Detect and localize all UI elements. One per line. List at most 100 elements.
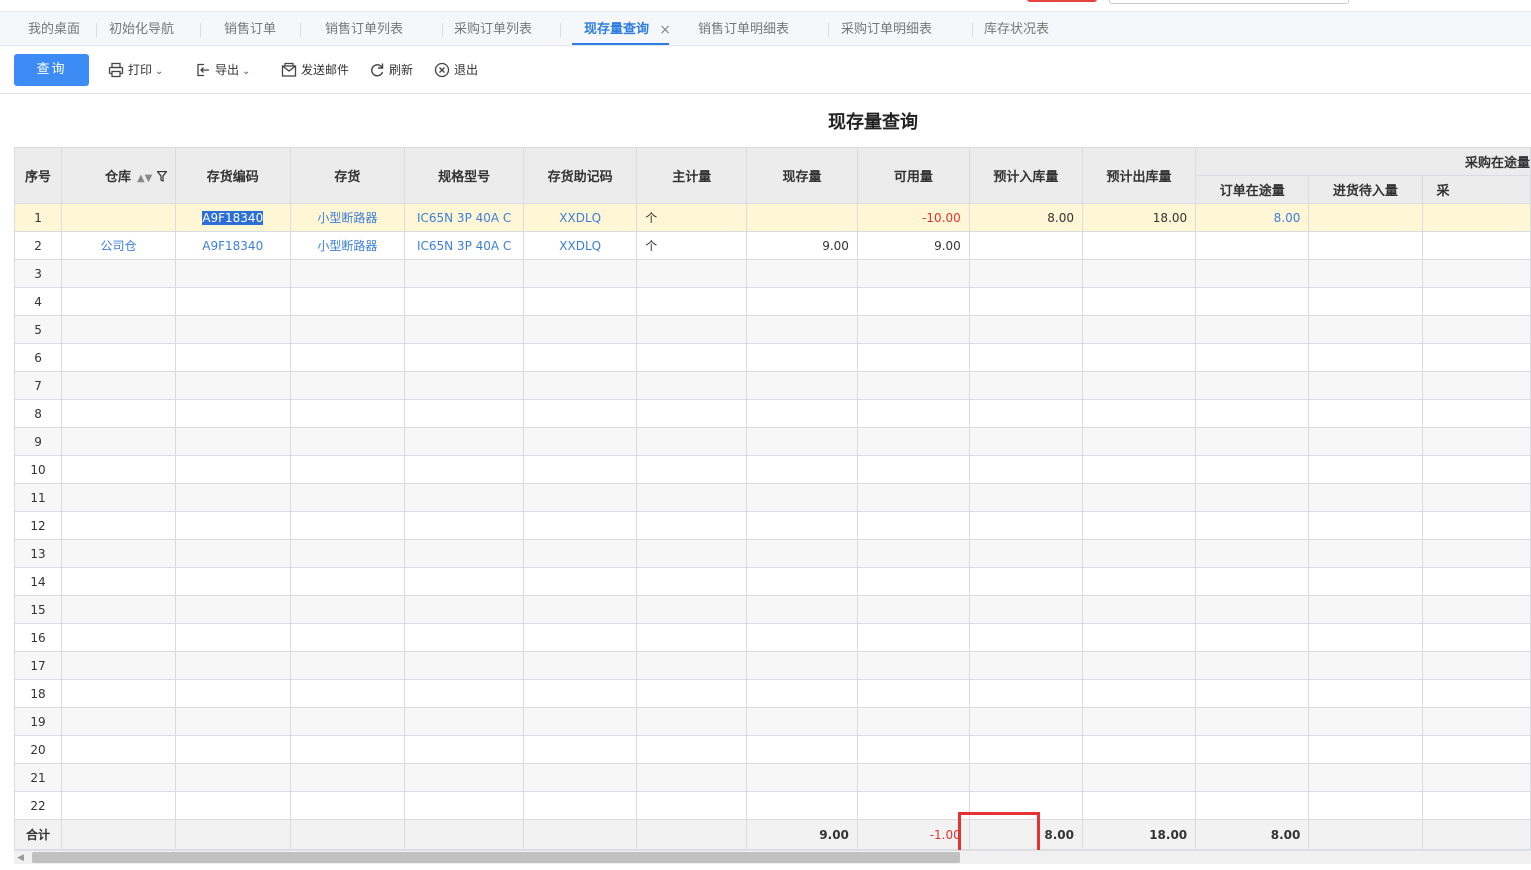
table-row[interactable]: 16	[13, 623, 1531, 652]
table-row[interactable]: 4	[13, 287, 1531, 316]
table-row[interactable]: 5	[13, 315, 1531, 344]
table-cell	[1195, 427, 1310, 456]
scroll-left-icon[interactable]: ◀	[17, 851, 24, 865]
table-row[interactable]: 10	[13, 455, 1531, 484]
cell-seq: 20	[13, 735, 63, 764]
cell-order-transit[interactable]	[1195, 231, 1310, 260]
tab-purchase-order-detail[interactable]: 采购订单明细表	[841, 12, 932, 46]
table-row[interactable]: 11	[13, 483, 1531, 512]
table-cell	[1421, 371, 1531, 400]
table-cell	[1421, 399, 1531, 428]
table-row[interactable]: 13	[13, 539, 1531, 568]
cell-spec[interactable]: IC65N 3P 40A C	[404, 231, 525, 260]
table-row[interactable]: 12	[13, 511, 1531, 540]
table-cell	[523, 707, 638, 736]
table-cell	[404, 679, 525, 708]
tab-sales-order[interactable]: 销售订单	[224, 12, 276, 46]
cell-expected-in: 8.00	[968, 203, 1083, 232]
tab-inventory-status[interactable]: 库存状况表	[984, 12, 1049, 46]
table-row[interactable]: 9	[13, 427, 1531, 456]
tab-purchase-order-list[interactable]: 采购订单列表	[454, 12, 532, 46]
filter-icon[interactable]	[156, 170, 168, 182]
table-cell	[289, 371, 406, 400]
table-row[interactable]: 8	[13, 399, 1531, 428]
cell-order-transit[interactable]: 8.00	[1195, 203, 1310, 232]
table-cell	[968, 567, 1083, 596]
top-red-button[interactable]	[1027, 0, 1097, 2]
cell-code[interactable]: A9F18340	[174, 203, 291, 232]
close-icon[interactable]: ×	[659, 12, 671, 48]
tab-init-nav[interactable]: 初始化导航	[109, 12, 174, 46]
table-cell	[1421, 651, 1531, 680]
cell-warehouse[interactable]: 公司仓	[61, 231, 176, 260]
table-row[interactable]: 6	[13, 343, 1531, 372]
send-mail-button[interactable]: 发送邮件	[281, 60, 349, 80]
cell-pending-in	[1308, 203, 1423, 232]
table-cell	[856, 735, 970, 764]
table-cell	[856, 651, 970, 680]
table-cell	[856, 343, 970, 372]
table-cell	[61, 455, 176, 484]
table-cell	[404, 735, 525, 764]
print-button[interactable]: 打印 ⌄	[108, 60, 163, 80]
table-cell	[1308, 399, 1423, 428]
sort-icon[interactable]: ▲▼	[137, 173, 152, 184]
table-cell	[174, 427, 291, 456]
table-row[interactable]: 1 A9F18340 小型断路器 IC65N 3P 40A C XXDLQ 个 …	[13, 203, 1531, 232]
table-cell	[174, 651, 291, 680]
table-cell	[523, 763, 638, 792]
table-row[interactable]: 20	[13, 735, 1531, 764]
table-cell	[968, 679, 1083, 708]
tab-sales-order-detail[interactable]: 销售订单明细表	[698, 12, 789, 46]
query-button[interactable]: 查询	[14, 54, 89, 86]
header-warehouse[interactable]: 仓库 ▲▼	[61, 147, 176, 204]
scrollbar-thumb[interactable]	[32, 852, 960, 863]
table-row[interactable]: 14	[13, 567, 1531, 596]
table-cell	[1081, 259, 1197, 288]
cell-item[interactable]: 小型断路器	[289, 231, 406, 260]
header-order-transit: 订单在途量	[1195, 175, 1310, 204]
table-row[interactable]: 17	[13, 651, 1531, 680]
cell-mnemonic[interactable]: XXDLQ	[523, 203, 638, 232]
table-row[interactable]: 2 公司仓 A9F18340 小型断路器 IC65N 3P 40A C XXDL…	[13, 231, 1531, 260]
table-cell	[1308, 315, 1423, 344]
tab-stock-query[interactable]: 现存量查询 ×	[571, 12, 671, 46]
table-cell	[1195, 567, 1310, 596]
table-cell	[636, 595, 748, 624]
cell-spec[interactable]: IC65N 3P 40A C	[404, 203, 525, 232]
table-cell	[404, 287, 525, 316]
table-cell	[174, 399, 291, 428]
table-cell	[968, 511, 1083, 540]
table-row[interactable]: 19	[13, 707, 1531, 736]
table-row[interactable]: 18	[13, 679, 1531, 708]
cell-seq: 13	[13, 539, 63, 568]
table-cell	[1195, 315, 1310, 344]
cell-mnemonic[interactable]: XXDLQ	[523, 231, 638, 260]
table-cell	[1081, 567, 1197, 596]
cell-item[interactable]: 小型断路器	[289, 203, 406, 232]
horizontal-scrollbar[interactable]: ◀	[14, 850, 1531, 864]
cell-code[interactable]: A9F18340	[174, 231, 291, 260]
table-row[interactable]: 7	[13, 371, 1531, 400]
cell-seq: 21	[13, 763, 63, 792]
table-cell	[523, 287, 638, 316]
table-row[interactable]: 21	[13, 763, 1531, 792]
export-button[interactable]: 导出 ⌄	[195, 60, 250, 80]
tab-my-desktop[interactable]: 我的桌面	[28, 12, 80, 46]
top-search-box[interactable]	[1109, 0, 1349, 4]
exit-button[interactable]: 退出	[434, 60, 478, 80]
refresh-button[interactable]: 刷新	[369, 60, 413, 80]
table-row[interactable]: 15	[13, 595, 1531, 624]
exit-label: 退出	[454, 63, 479, 77]
table-cell	[636, 315, 748, 344]
table-cell	[404, 651, 525, 680]
cell-warehouse[interactable]	[61, 203, 176, 232]
table-row[interactable]: 3	[13, 259, 1531, 288]
table-row[interactable]: 22	[13, 791, 1531, 820]
table-cell	[1308, 791, 1423, 820]
tab-sales-order-list[interactable]: 销售订单列表	[325, 12, 403, 46]
table-cell	[1421, 623, 1531, 652]
table-cell	[523, 455, 638, 484]
table-cell	[968, 595, 1083, 624]
header-expected-in: 预计入库量	[968, 147, 1083, 204]
